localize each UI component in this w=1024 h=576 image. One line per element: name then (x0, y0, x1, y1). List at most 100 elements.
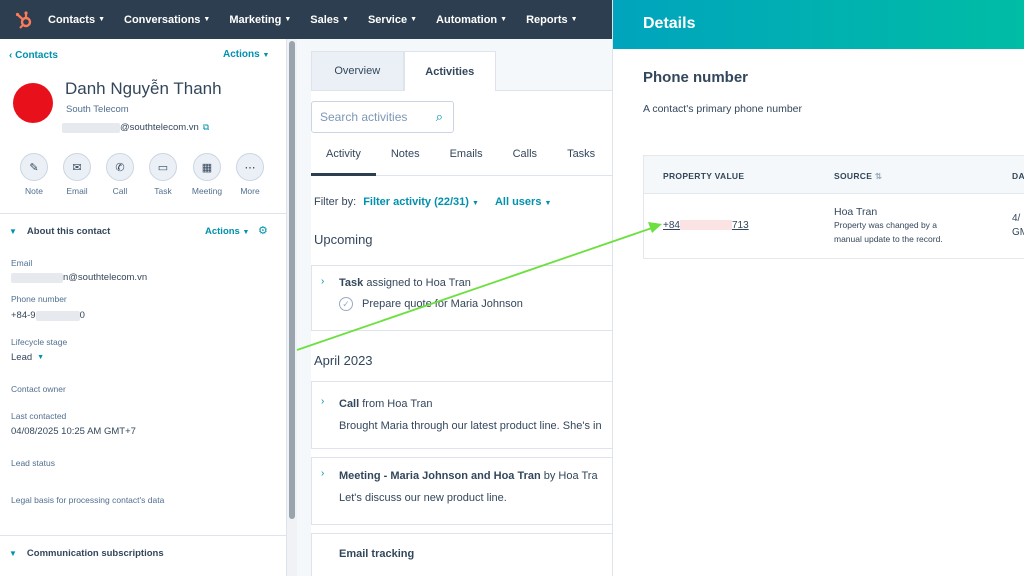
chevron-down-icon: ▼ (472, 200, 479, 207)
avatar[interactable] (13, 83, 53, 123)
nav-service[interactable]: Service ▼ (368, 14, 417, 26)
task-button[interactable]: ▭ Task (145, 153, 181, 196)
nav-conversations[interactable]: Conversations ▼ (124, 14, 210, 26)
filter-by-label: Filter by: (314, 196, 357, 208)
chevron-down-icon: ▼ (9, 549, 17, 558)
nav-sales[interactable]: Sales ▼ (310, 14, 349, 26)
search-icon[interactable]: ⌕ (436, 109, 443, 125)
top-navigation: Contacts ▼ Conversations ▼ Marketing ▼ Sale… (0, 0, 612, 39)
hubspot-logo-icon[interactable] (0, 0, 48, 39)
property-title: Phone number (643, 69, 749, 86)
date-line-1: 4/ (1012, 213, 1021, 224)
email-button[interactable]: ✉ Email (59, 153, 95, 196)
actions-label: Actions (205, 226, 240, 237)
phone-suffix: 0 (79, 310, 85, 321)
tab-emails[interactable]: Emails (435, 146, 498, 176)
sort-icon[interactable]: ⇅ (875, 171, 882, 181)
activity-column: Overview Activities Search activities ⌕ … (297, 39, 612, 576)
divider (0, 535, 286, 536)
call-icon: ✆ (106, 153, 134, 181)
email-tracking-title: Email tracking (339, 548, 414, 560)
chevron-right-icon[interactable]: › (321, 276, 324, 287)
call-button[interactable]: ✆ Call (102, 153, 138, 196)
column-date[interactable]: DA (1012, 171, 1024, 181)
phone-suffix: 713 (731, 220, 749, 231)
nav-automation[interactable]: Automation ▼ (436, 14, 507, 26)
chevron-down-icon: ▼ (203, 16, 211, 23)
nav-marketing[interactable]: Marketing ▼ (229, 14, 291, 26)
source-header-label: SOURCE (834, 171, 873, 181)
communication-subscriptions-toggle[interactable]: ▼ Communication subscriptions (9, 548, 164, 559)
lifecycle-select[interactable]: Lead ▼ (11, 352, 44, 363)
lead-status-label: Lead status (11, 458, 55, 468)
column-property-value[interactable]: PROPERTY VALUE (663, 171, 744, 181)
chevron-down-icon: ▼ (284, 16, 292, 23)
about-section-toggle[interactable]: ▼ About this contact (9, 226, 110, 237)
nav-label: Service (367, 13, 408, 26)
redacted-text (35, 310, 80, 321)
sidebar-scrollbar[interactable] (287, 39, 297, 576)
tab-overview[interactable]: Overview (311, 51, 404, 91)
filter-activity-label: Filter activity (22/31) (363, 196, 469, 208)
last-contacted-label: Last contacted (11, 411, 67, 421)
call-card[interactable] (311, 381, 612, 449)
divider (0, 213, 286, 214)
tab-calls[interactable]: Calls (498, 146, 552, 176)
task-assignee: assigned to Hoa Tran (363, 277, 471, 289)
copy-icon[interactable]: ⧉ (203, 122, 209, 133)
call-label: Call (112, 186, 128, 196)
nav-reports[interactable]: Reports ▼ (526, 14, 578, 26)
chevron-right-icon[interactable]: › (321, 396, 324, 407)
tab-activities[interactable]: Activities (403, 51, 496, 91)
tab-tasks[interactable]: Tasks (552, 146, 610, 176)
search-placeholder: Search activities (320, 110, 408, 124)
phone-prefix: +84 (663, 220, 680, 231)
back-to-contacts-link[interactable]: ‹ Contacts (9, 50, 58, 61)
phone-field[interactable]: +84-9 0 (11, 310, 85, 321)
checkbox-icon[interactable]: ✓ (339, 297, 353, 311)
about-actions-button[interactable]: Actions ▼ (205, 226, 249, 237)
back-label: Contacts (15, 50, 58, 61)
all-users-dropdown[interactable]: All users ▼ (495, 196, 551, 208)
task-icon: ▭ (149, 153, 177, 181)
gear-icon[interactable]: ⚙ (258, 224, 268, 237)
april-2023-heading: April 2023 (314, 353, 373, 368)
filter-activity-dropdown[interactable]: Filter activity (22/31) ▼ (363, 196, 479, 208)
email-field[interactable]: n@southtelecom.vn (11, 272, 147, 283)
contact-company: South Telecom (66, 104, 129, 115)
tab-notes[interactable]: Notes (376, 146, 435, 176)
chevron-down-icon: ▼ (242, 229, 250, 236)
chevron-down-icon: ▼ (9, 227, 17, 236)
phone-prefix: +84-9 (11, 310, 36, 321)
upcoming-heading: Upcoming (314, 232, 373, 247)
note-button[interactable]: ✎ Note (16, 153, 52, 196)
phone-field-label: Phone number (11, 294, 67, 304)
chevron-down-icon: ▼ (544, 200, 552, 207)
source-line-2: manual update to the record. (834, 234, 943, 244)
nav-contacts[interactable]: Contacts ▼ (48, 14, 105, 26)
property-value-phone[interactable]: +84 713 (663, 220, 749, 231)
contact-actions-button[interactable]: Actions ▼ (223, 49, 269, 60)
meeting-button[interactable]: ▦ Meeting (189, 153, 225, 196)
task-type: Task (339, 277, 364, 289)
all-users-label: All users (494, 196, 542, 208)
date-line-2: GM (1012, 227, 1024, 238)
more-button[interactable]: ⋯ More (232, 153, 268, 196)
nav-label: Marketing (229, 13, 282, 26)
meeting-card-title: Meeting - Maria Johnson and Hoa Tran by … (339, 470, 598, 482)
task-label: Task (154, 186, 172, 196)
scrollbar-thumb[interactable] (289, 41, 295, 519)
meeting-card[interactable] (311, 457, 612, 525)
chevron-right-icon[interactable]: › (321, 468, 324, 479)
nav-label: Conversations (124, 13, 201, 26)
tab-activity[interactable]: Activity (311, 146, 376, 176)
contact-email: @southtelecom.vn ⧉ (62, 122, 209, 133)
lifecycle-value: Lead (11, 352, 33, 363)
meeting-type: Meeting - Maria Johnson and Hoa Tran (339, 470, 541, 482)
email-value: n@southtelecom.vn (63, 272, 148, 283)
call-from: from Hoa Tran (359, 398, 433, 410)
email-domain: @southtelecom.vn (120, 122, 199, 133)
property-history-table: PROPERTY VALUE SOURCE ⇅ DA +84 713 Hoa Tr… (643, 155, 1024, 259)
search-activities-input[interactable]: Search activities ⌕ (311, 101, 454, 133)
column-source[interactable]: SOURCE ⇅ (834, 171, 882, 182)
